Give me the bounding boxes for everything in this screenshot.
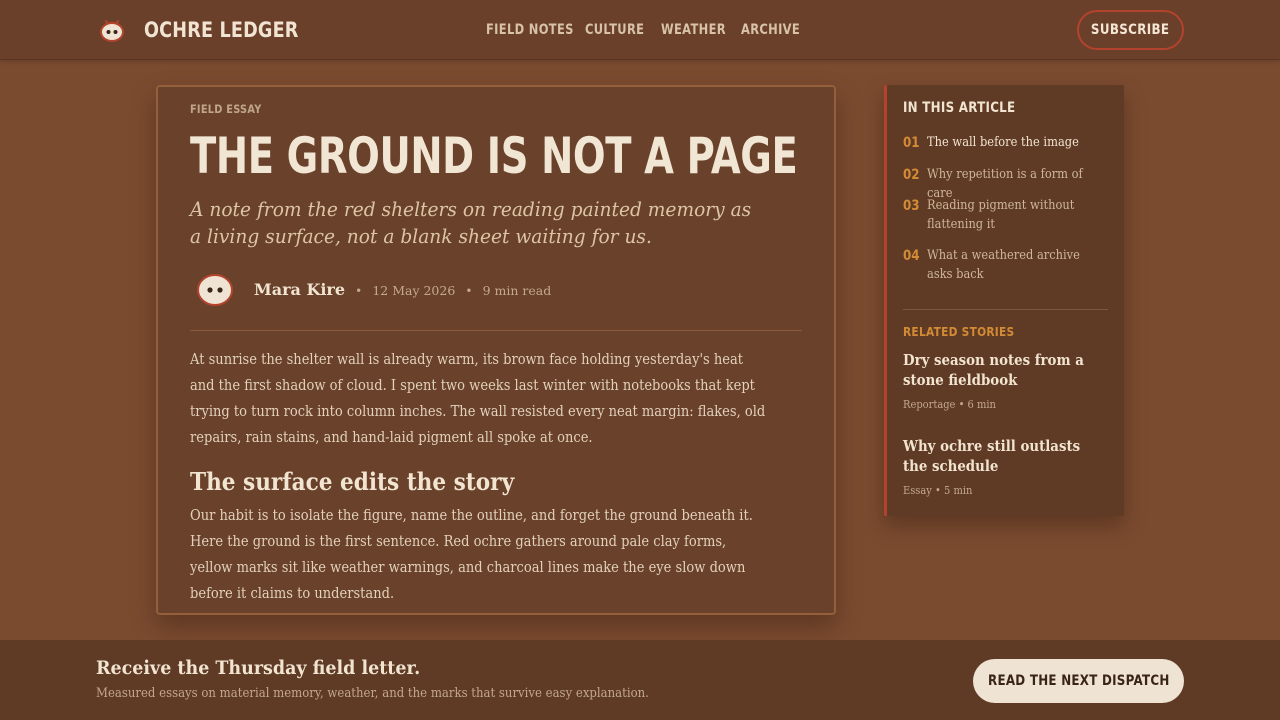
toc-number: 02 bbox=[903, 167, 920, 183]
byline: Mara Kire • 12 May 2026 • 9 min read bbox=[254, 278, 551, 303]
beetle-mask-icon[interactable] bbox=[98, 16, 126, 44]
top-navigation-bar: OCHRE LEDGER FIELD NOTES CULTURE WEATHER… bbox=[0, 0, 1280, 60]
newsletter-footer: Receive the Thursday field letter. Measu… bbox=[0, 640, 1280, 720]
article-title: THE GROUND IS NOT A PAGE bbox=[190, 127, 798, 185]
related-story-meta: Essay • 5 min bbox=[903, 484, 973, 497]
brand-name[interactable]: OCHRE LEDGER bbox=[144, 16, 299, 44]
subscribe-button[interactable]: SUBSCRIBE bbox=[1077, 10, 1184, 50]
divider bbox=[190, 330, 802, 331]
author-avatar[interactable] bbox=[196, 273, 234, 307]
article-paragraph-2: Our habit is to isolate the figure, name… bbox=[190, 508, 753, 602]
read-next-dispatch-button[interactable]: READ THE NEXT DISPATCH bbox=[973, 659, 1184, 703]
article-dek: A note from the red shelters on reading … bbox=[190, 197, 752, 248]
related-story-meta: Reportage • 6 min bbox=[903, 398, 996, 411]
divider bbox=[903, 309, 1108, 310]
toc-number: 01 bbox=[903, 135, 920, 151]
publish-date: 12 May 2026 bbox=[372, 283, 456, 298]
article-subheading: The surface edits the story bbox=[190, 467, 515, 496]
toc-link[interactable]: The wall before the image bbox=[927, 133, 1094, 152]
related-story-link[interactable]: Why ochre still outlasts the schedule bbox=[903, 437, 1101, 477]
author-name[interactable]: Mara Kire bbox=[254, 280, 345, 299]
toc-number: 04 bbox=[903, 248, 920, 264]
read-time: 9 min read bbox=[482, 283, 552, 298]
toc-link[interactable]: Reading pigment without flattening it bbox=[927, 196, 1094, 234]
article-paragraph-1: At sunrise the shelter wall is already w… bbox=[190, 352, 766, 446]
separator-dot: • bbox=[355, 284, 363, 298]
toc-title: IN THIS ARTICLE bbox=[903, 100, 1016, 116]
related-stories-title: RELATED STORIES bbox=[903, 324, 1015, 339]
related-story-link[interactable]: Dry season notes from a stone fieldbook bbox=[903, 351, 1101, 391]
subscribe-button-label: SUBSCRIBE bbox=[1091, 22, 1170, 38]
article-card: FIELD ESSAY THE GROUND IS NOT A PAGE A n… bbox=[156, 85, 836, 615]
cta-button-label: READ THE NEXT DISPATCH bbox=[987, 673, 1170, 689]
newsletter-title: Receive the Thursday field letter. bbox=[96, 657, 421, 679]
nav-item-field-notes[interactable]: FIELD NOTES bbox=[486, 20, 574, 40]
article-eyebrow: FIELD ESSAY bbox=[190, 102, 262, 116]
nav-item-archive[interactable]: ARCHIVE bbox=[741, 20, 800, 40]
article-sidebar: IN THIS ARTICLE 01 The wall before the i… bbox=[884, 85, 1124, 516]
nav-item-weather[interactable]: WEATHER bbox=[661, 20, 726, 40]
toc-number: 03 bbox=[903, 198, 920, 214]
nav-item-culture[interactable]: CULTURE bbox=[585, 20, 644, 40]
separator-dot: • bbox=[465, 284, 473, 298]
newsletter-subtitle: Measured essays on material memory, weat… bbox=[96, 686, 649, 701]
toc-link[interactable]: What a weathered archive asks back bbox=[927, 246, 1094, 284]
